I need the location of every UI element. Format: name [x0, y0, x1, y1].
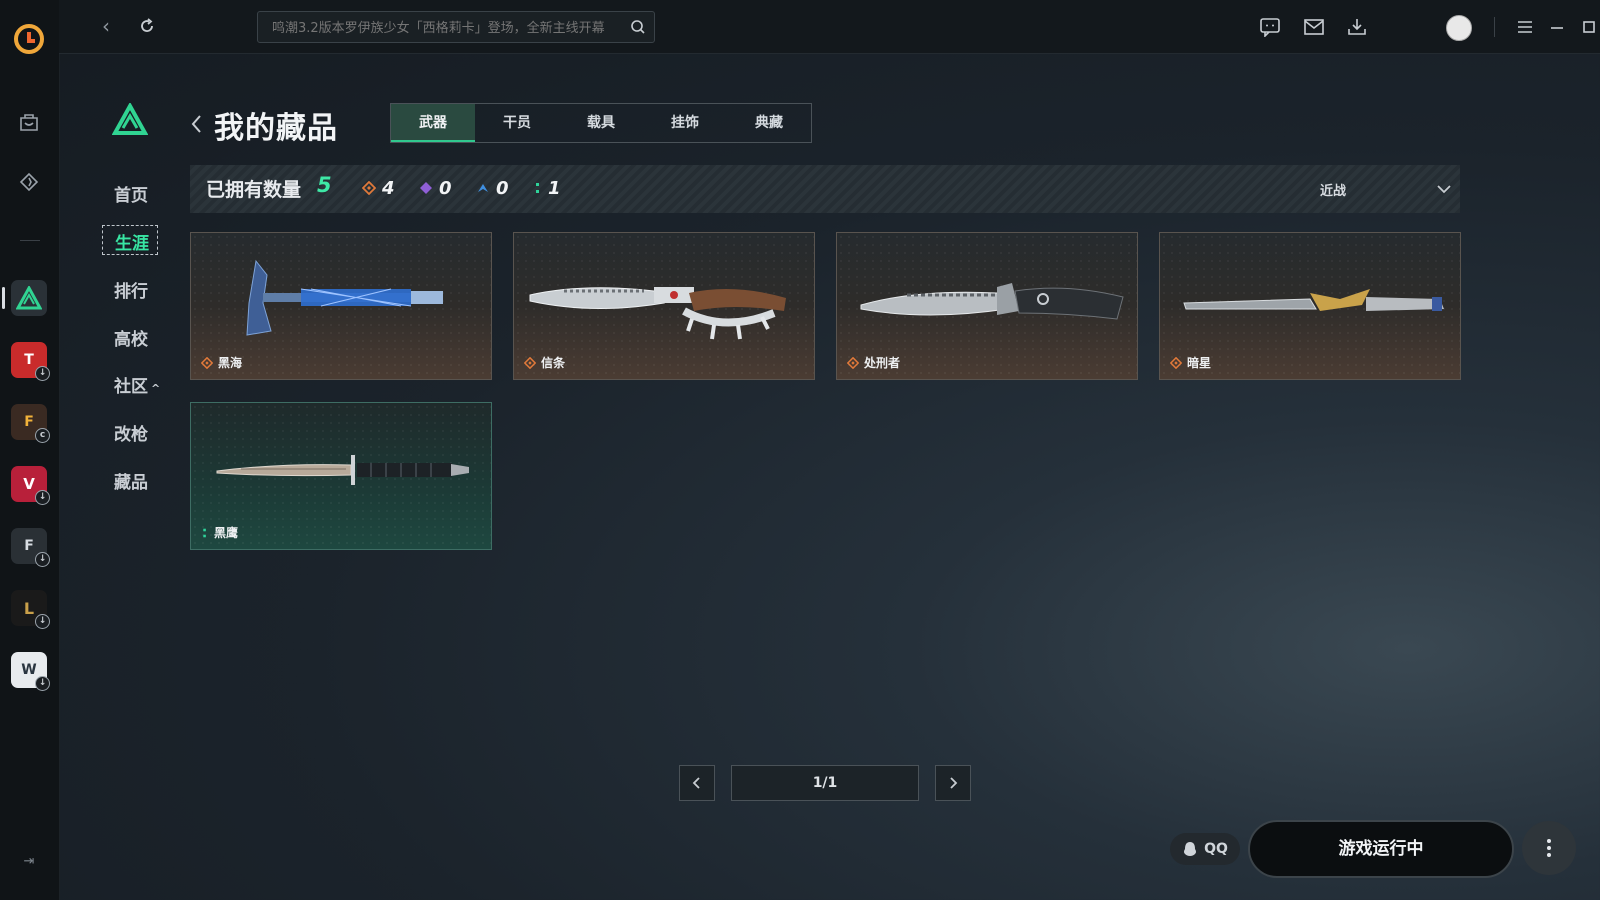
game-cf-hd-icon[interactable]: F ↓ — [11, 528, 50, 567]
rarity-orange-icon — [524, 356, 536, 369]
dark-star-blade-image — [1183, 289, 1444, 311]
weapon-name: 暗星 — [1170, 354, 1211, 371]
back-arrow-icon[interactable]: ‹ — [94, 14, 118, 38]
store-bag-icon[interactable] — [13, 106, 45, 138]
weapon-card[interactable]: 黑鹰 — [190, 402, 492, 550]
knuckle-knife-image — [529, 287, 786, 340]
chat-icon[interactable] — [1258, 15, 1282, 39]
rarity-count-green: 1 — [534, 177, 561, 199]
rarity-purple-icon — [420, 182, 432, 194]
tab-weapons[interactable]: 武器 — [391, 104, 475, 142]
tab-vehicles[interactable]: 载具 — [559, 104, 643, 142]
game-running-button[interactable]: 游戏运行中 — [1248, 820, 1514, 878]
expand-rail-icon[interactable]: ⇥ — [20, 854, 38, 872]
vertical-dots-icon — [1547, 839, 1551, 857]
game-tf-icon[interactable]: T ↓ — [11, 342, 50, 381]
weapon-card[interactable]: 信条 — [513, 232, 815, 380]
chevron-down-icon — [1437, 185, 1451, 194]
executioner-knife-image — [860, 283, 1124, 320]
nav-career[interactable]: 生涯 — [102, 225, 158, 255]
rarity-blue-icon — [478, 184, 488, 192]
category-dropdown[interactable]: 近战 — [1320, 165, 1460, 213]
owned-summary-bar: 已拥有数量 5 4 0 0 1 近战 — [190, 165, 1460, 213]
search-box[interactable] — [257, 11, 655, 43]
nav-school[interactable]: 高校 — [114, 325, 148, 350]
weapon-card[interactable]: 黑海 — [190, 232, 492, 380]
nav-home[interactable]: 首页 — [114, 181, 148, 206]
back-chevron-icon[interactable] — [190, 113, 204, 135]
tab-archive[interactable]: 典藏 — [727, 104, 811, 142]
game-delta-force-icon[interactable] — [11, 280, 47, 316]
delta-force-logo-icon — [112, 103, 148, 135]
rarity-orange-icon — [201, 356, 213, 369]
nav-gunsmith[interactable]: 改枪 — [114, 420, 148, 445]
download-badge-icon: ↓ — [35, 366, 50, 381]
tag-icon[interactable] — [13, 166, 45, 198]
search-input[interactable] — [270, 18, 624, 38]
chevron-left-icon — [692, 777, 700, 789]
rail-divider — [20, 240, 40, 241]
chevron-up-icon: ^ — [151, 382, 161, 395]
rarity-green-icon — [203, 528, 206, 537]
rarity-count-blue: 0 — [476, 177, 509, 199]
axe-image — [246, 259, 443, 336]
titlebar-divider — [1494, 17, 1495, 37]
prev-page-button[interactable] — [679, 765, 715, 801]
tab-charms[interactable]: 挂饰 — [643, 104, 727, 142]
maximize-icon[interactable] — [1577, 15, 1600, 39]
weapon-name: 黑鹰 — [201, 524, 238, 541]
game-valorant-icon[interactable]: V ↓ — [11, 466, 50, 505]
rarity-orange-icon — [1170, 356, 1182, 369]
rarity-green-icon — [536, 183, 539, 193]
nav-community[interactable]: 社区 ^ — [114, 372, 160, 397]
collection-tabs: 武器 干员 载具 挂饰 典藏 — [390, 103, 812, 143]
game-warframe-icon[interactable]: W ↓ — [11, 652, 50, 691]
download-badge-icon: ↓ — [35, 490, 50, 505]
menu-icon[interactable] — [1513, 15, 1537, 39]
user-avatar[interactable] — [1446, 15, 1472, 41]
title-bar: ‹ — [59, 0, 1600, 54]
mail-icon[interactable] — [1302, 15, 1326, 39]
rarity-count-orange: 4 — [362, 177, 395, 199]
minimize-icon[interactable] — [1545, 15, 1569, 39]
qq-button[interactable]: QQ — [1170, 833, 1240, 865]
download-badge-icon: ↓ — [35, 552, 50, 567]
owned-total: 5 — [317, 173, 332, 197]
download-badge-icon: ↓ — [35, 614, 50, 629]
page-indicator: 1/1 — [731, 765, 919, 801]
black-hawk-knife-image — [216, 455, 469, 485]
chevron-right-icon — [950, 777, 958, 789]
weapon-name: 信条 — [524, 354, 565, 371]
rarity-orange-icon — [847, 356, 859, 369]
next-page-button[interactable] — [935, 765, 971, 801]
weapon-card[interactable]: 处刑者 — [836, 232, 1138, 380]
app-logo-icon[interactable] — [12, 22, 46, 56]
update-badge-icon: c — [35, 428, 50, 443]
nav-ranking[interactable]: 排行 — [114, 277, 148, 302]
game-cf-icon[interactable]: Fc — [11, 404, 50, 443]
download-badge-icon: ↓ — [35, 676, 50, 691]
weapon-card[interactable]: 暗星 — [1159, 232, 1461, 380]
refresh-icon[interactable] — [135, 14, 159, 38]
owned-label: 已拥有数量 — [206, 179, 302, 201]
rarity-orange-icon — [362, 181, 376, 195]
qq-penguin-icon — [1184, 842, 1197, 856]
left-rail: T ↓ Fc V ↓ F ↓ L ↓ W ↓ ⇥ — [0, 0, 60, 900]
dropdown-value: 近战 — [1320, 184, 1347, 199]
tab-operators[interactable]: 干员 — [475, 104, 559, 142]
game-lol-icon[interactable]: L ↓ — [11, 590, 50, 629]
weapon-name: 黑海 — [201, 354, 242, 371]
download-manager-icon[interactable] — [1345, 15, 1369, 39]
page-title: 我的藏品 — [214, 111, 338, 146]
more-options-button[interactable] — [1522, 821, 1576, 875]
rail-active-indicator — [2, 287, 5, 309]
rarity-count-purple: 0 — [419, 177, 452, 199]
search-icon[interactable] — [630, 19, 646, 35]
weapon-name: 处刑者 — [847, 354, 900, 371]
nav-collection[interactable]: 藏品 — [114, 468, 148, 493]
